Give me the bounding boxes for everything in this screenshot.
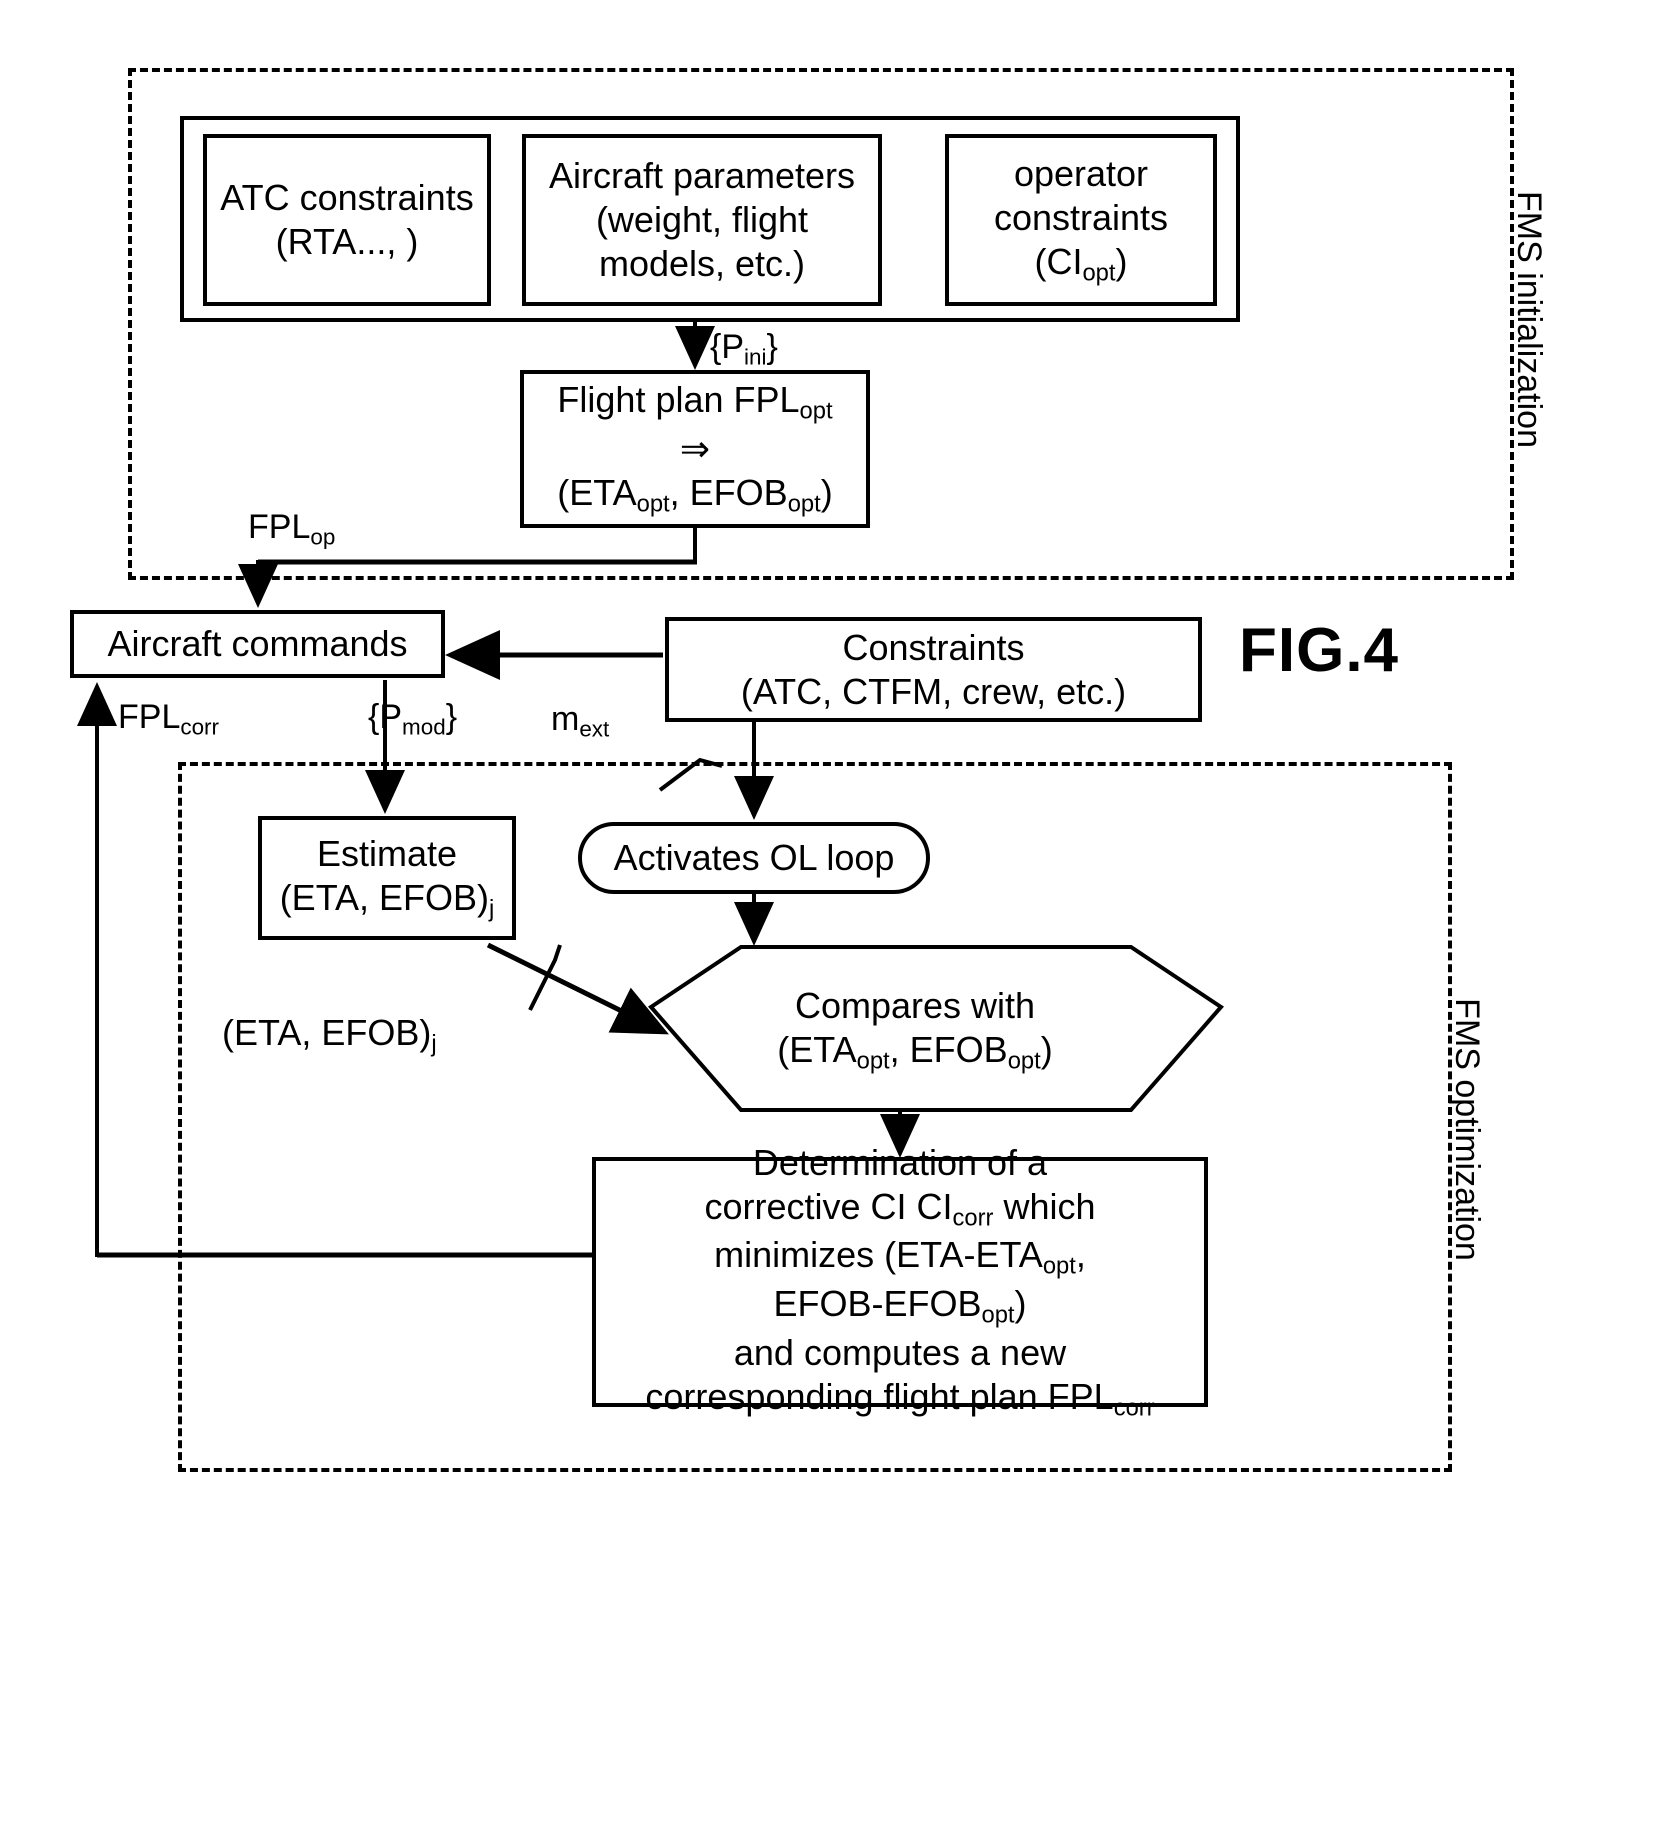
compares-line2: (ETAopt, EFOBopt)	[777, 1028, 1052, 1077]
determination-line2: corrective CI CIcorr which	[645, 1185, 1154, 1234]
op-ci-text: (CI	[1034, 240, 1083, 282]
det-min-sub: opt	[1042, 1253, 1076, 1281]
box-determination: Determination of a corrective CI CIcorr …	[592, 1142, 1208, 1421]
label-fpl-op: FPLop	[248, 508, 335, 550]
label-fpl-corr: FPLcorr	[118, 698, 219, 740]
operator-constraints-line3: (CIopt)	[994, 240, 1168, 289]
p-mod-sub: mod	[402, 714, 446, 740]
fp-close: )	[820, 471, 833, 513]
aircraft-parameters-line3: models, etc.)	[598, 242, 806, 284]
label-m-ext: mext	[551, 700, 609, 742]
fpl-op-pre: FPL	[248, 508, 311, 546]
estimate-line2: (ETA, EFOB)j	[280, 876, 495, 925]
activates-ol-loop-label: Activates OL loop	[613, 837, 895, 879]
determination-line1: Determination of a	[752, 1141, 1048, 1183]
estimate-vars: (ETA, EFOB)	[279, 876, 490, 918]
aircraft-commands-label: Aircraft commands	[107, 623, 408, 665]
eta-efob-j-sub: j	[431, 1030, 437, 1058]
operator-constraints-line1: operator	[1013, 152, 1149, 194]
det-fpl: corresponding flight plan FPL	[645, 1375, 1114, 1417]
det-ci-sub: corr	[952, 1204, 994, 1232]
aircraft-parameters-line1: Aircraft parameters	[548, 155, 856, 197]
fp-efob: , EFOB	[669, 471, 788, 513]
compares-line1: Compares with	[794, 984, 1036, 1026]
compares-efob: , EFOB	[889, 1028, 1008, 1070]
operator-constraints-line2: constraints	[993, 196, 1169, 238]
det-ci: corrective CI CI	[704, 1185, 953, 1227]
flight-plan-line1: Flight plan FPLopt	[557, 378, 832, 427]
atc-constraints-line2: (RTA..., )	[275, 221, 419, 262]
p-mod-post: }	[445, 698, 458, 736]
p-ini-pre: {P	[710, 328, 745, 366]
fpl-corr-sub: corr	[180, 714, 220, 740]
p-ini-post: }	[766, 328, 778, 366]
compares-eta: (ETA	[777, 1028, 857, 1070]
box-aircraft-parameters: Aircraft parameters (weight, flight mode…	[522, 134, 882, 306]
flight-plan-sub: opt	[799, 398, 833, 426]
flight-plan-text: Flight plan FPL	[557, 379, 800, 421]
flight-plan-implies-arrow: ⇒	[679, 428, 711, 470]
box-operator-constraints: operator constraints (CIopt)	[945, 134, 1217, 306]
figure-label: FIG.4	[1239, 616, 1400, 685]
box-activates-ol-loop: Activates OL loop	[578, 822, 930, 894]
constraints-line1: Constraints	[842, 626, 1025, 668]
box-constraints: Constraints (ATC, CTFM, crew, etc.)	[665, 617, 1202, 722]
fpl-op-sub: op	[310, 524, 336, 550]
compares-close: )	[1040, 1028, 1053, 1070]
fp-eta-sub: opt	[636, 490, 670, 518]
aircraft-parameters-line2: (weight, flight	[595, 199, 809, 241]
fp-eta: (ETA	[557, 471, 637, 513]
label-p-ini: {Pini}	[710, 328, 778, 370]
compares-eta-sub: opt	[856, 1047, 890, 1075]
determination-line6: corresponding flight plan FPLcorr	[645, 1375, 1154, 1424]
fpl-corr-pre: FPL	[118, 698, 181, 736]
label-eta-efob-j: (ETA, EFOB)j	[222, 1012, 437, 1059]
fp-efob-sub: opt	[787, 490, 821, 518]
det-efob-post: )	[1014, 1283, 1027, 1324]
box-aircraft-commands: Aircraft commands	[70, 610, 445, 678]
box-compares: Compares with (ETAopt, EFOBopt)	[690, 955, 1140, 1105]
p-ini-sub: ini	[744, 344, 767, 370]
atc-constraints-line1: ATC constraints	[220, 177, 474, 219]
label-fms-initialization: FMS initialization	[1509, 191, 1548, 448]
det-which: which	[993, 1185, 1096, 1227]
op-ci-sub: opt	[1082, 259, 1116, 287]
compares-efob-sub: opt	[1007, 1047, 1041, 1075]
estimate-sub: j	[489, 895, 495, 923]
eta-efob-j-pre: (ETA, EFOB)	[222, 1012, 432, 1053]
m-ext-pre: m	[551, 700, 580, 738]
label-p-mod: {Pmod}	[368, 698, 457, 740]
constraints-line2: (ATC, CTFM, crew, etc.)	[740, 670, 1127, 712]
op-ci-close: )	[1115, 240, 1128, 282]
determination-line5: and computes a new	[733, 1331, 1067, 1373]
p-mod-pre: {P	[368, 698, 403, 736]
box-flight-plan: Flight plan FPLopt ⇒ (ETAopt, EFOBopt)	[520, 370, 870, 528]
patent-figure-page: ATC constraints (RTA..., ) Aircraft para…	[0, 0, 1653, 1828]
det-efob: EFOB-EFOB	[773, 1283, 982, 1324]
m-ext-sub: ext	[579, 716, 610, 742]
flight-plan-line3: (ETAopt, EFOBopt)	[557, 471, 832, 520]
det-fpl-sub: corr	[1113, 1394, 1155, 1422]
det-efob-sub: opt	[981, 1301, 1015, 1329]
det-min: minimizes (ETA-ETA	[714, 1234, 1043, 1276]
box-atc-constraints: ATC constraints (RTA..., )	[203, 134, 491, 306]
estimate-line1: Estimate	[316, 832, 458, 874]
label-fms-optimization: FMS optimization	[1447, 998, 1486, 1261]
box-estimate: Estimate (ETA, EFOB)j	[258, 816, 516, 940]
determination-line4: EFOB-EFOBopt)	[645, 1282, 1154, 1331]
determination-line3: minimizes (ETA-ETAopt,	[645, 1233, 1154, 1282]
det-min-post: ,	[1075, 1234, 1086, 1276]
